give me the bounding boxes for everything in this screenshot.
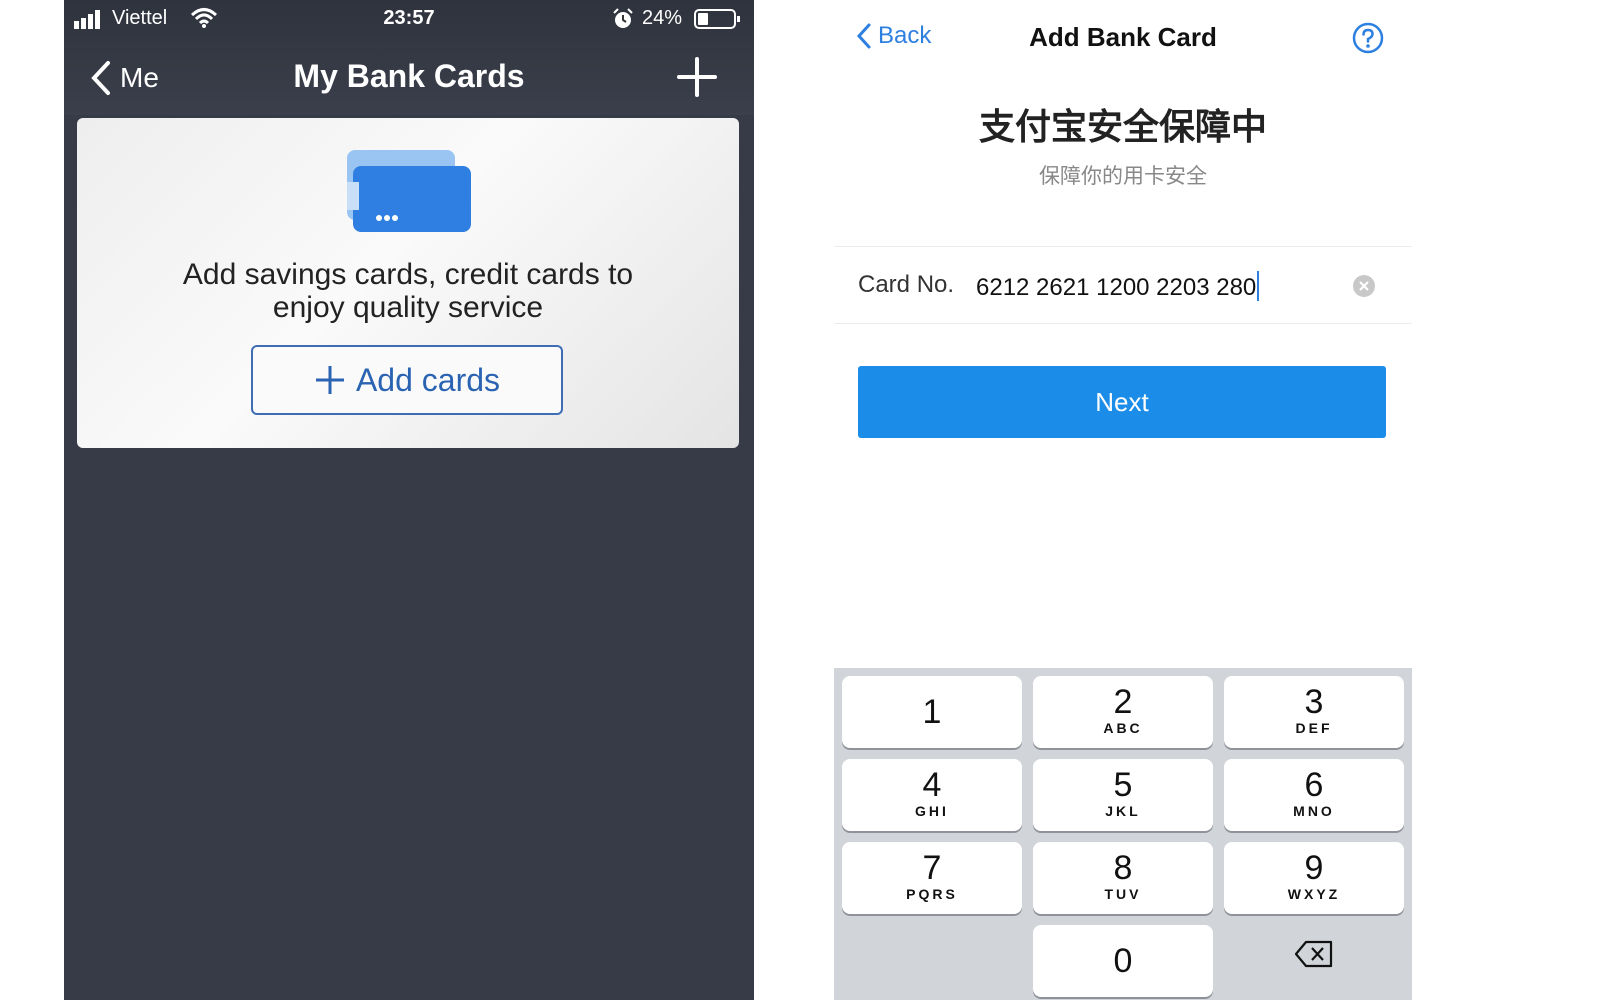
key-digit: 0 — [1113, 942, 1133, 980]
security-subtitle: 保障你的用卡安全 — [1039, 165, 1207, 188]
battery-percentage: 24% — [642, 7, 683, 29]
plus-icon[interactable] — [676, 56, 718, 98]
key-digit: 2 — [1113, 683, 1133, 721]
card-number-row[interactable]: Card No. 6212 2621 1200 2203 280 — [834, 246, 1412, 324]
key-4[interactable]: 4 GHI — [842, 759, 1022, 831]
card-number-value[interactable]: 6212 2621 1200 2203 280 — [976, 271, 1260, 302]
key-letters: PQRS — [906, 886, 958, 902]
security-title: 支付宝安全保障中 — [978, 106, 1267, 147]
message-line: enjoy quality service — [272, 291, 544, 324]
key-letters: MNO — [1293, 803, 1335, 819]
add-cards-button[interactable]: Add cards — [251, 345, 563, 415]
key-9[interactable]: 9 WXYZ — [1224, 842, 1404, 914]
key-digit: 7 — [922, 849, 942, 887]
key-letters: TUV — [1104, 886, 1142, 902]
clear-icon[interactable] — [1352, 274, 1376, 298]
delete-icon — [1294, 940, 1333, 968]
numeric-keypad: 1 2 ABC 3 DEF 4 GHI 5 JKL 6 MNO 7 PQRS 8 TUV 9W… — [834, 668, 1412, 1000]
page-title: My Bank Cards — [293, 58, 525, 94]
delete-key[interactable] — [1224, 918, 1404, 990]
key-2[interactable]: 2 ABC — [1033, 676, 1213, 748]
alarm-icon — [613, 8, 633, 28]
key-1[interactable]: 1 — [842, 676, 1022, 748]
cards-icon — [347, 150, 471, 232]
key-0[interactable]: 0 — [1033, 925, 1213, 997]
battery-icon — [694, 9, 740, 29]
empty-cards-panel: Add savings cards, credit cards to enjoy… — [77, 118, 739, 448]
key-letters: ABC — [1103, 720, 1143, 736]
add-cards-label: Add cards — [355, 361, 501, 398]
key-3[interactable]: 3 DEF — [1224, 676, 1404, 748]
text-cursor — [1257, 271, 1260, 301]
key-7[interactable]: 7 PQRS — [842, 842, 1022, 914]
add-bank-card-screen: Back Add Bank Card 支付宝安全保障中 保障你的用卡安全 Car… — [834, 0, 1412, 1000]
my-bank-cards-screen: Viettel 23:57 24% Me My Bank Cards Add s… — [64, 0, 754, 1000]
key-6[interactable]: 6 MNO — [1224, 759, 1404, 831]
plus-icon — [315, 366, 344, 394]
key-digit: 1 — [922, 693, 942, 731]
key-8[interactable]: 8 TUV — [1033, 842, 1213, 914]
key-5[interactable]: 5 JKL — [1033, 759, 1213, 831]
key-digit: 5 — [1113, 766, 1133, 804]
card-number-label: Card No. — [858, 271, 955, 298]
help-icon[interactable] — [1352, 22, 1384, 54]
key-letters: GHI — [915, 803, 949, 819]
next-button[interactable]: Next — [858, 366, 1386, 438]
key-letters: DEF — [1295, 720, 1333, 736]
message-line: Add savings cards, credit cards to — [182, 258, 634, 291]
card-number-text: 6212 2621 1200 2203 280 — [976, 274, 1257, 301]
empty-state-message: Add savings cards, credit cards to enjoy… — [107, 258, 709, 324]
key-digit: 3 — [1304, 683, 1324, 721]
key-digit: 8 — [1113, 849, 1133, 887]
page-title: Add Bank Card — [1029, 22, 1217, 52]
key-letters: WXYZ — [1287, 886, 1341, 902]
key-letters: JKL — [1105, 803, 1141, 819]
top-bar: Viettel 23:57 24% Me My Bank Cards — [64, 0, 754, 115]
key-digit: 4 — [922, 766, 942, 804]
key-digit: 9 — [1304, 849, 1324, 887]
key-digit: 6 — [1304, 766, 1324, 804]
